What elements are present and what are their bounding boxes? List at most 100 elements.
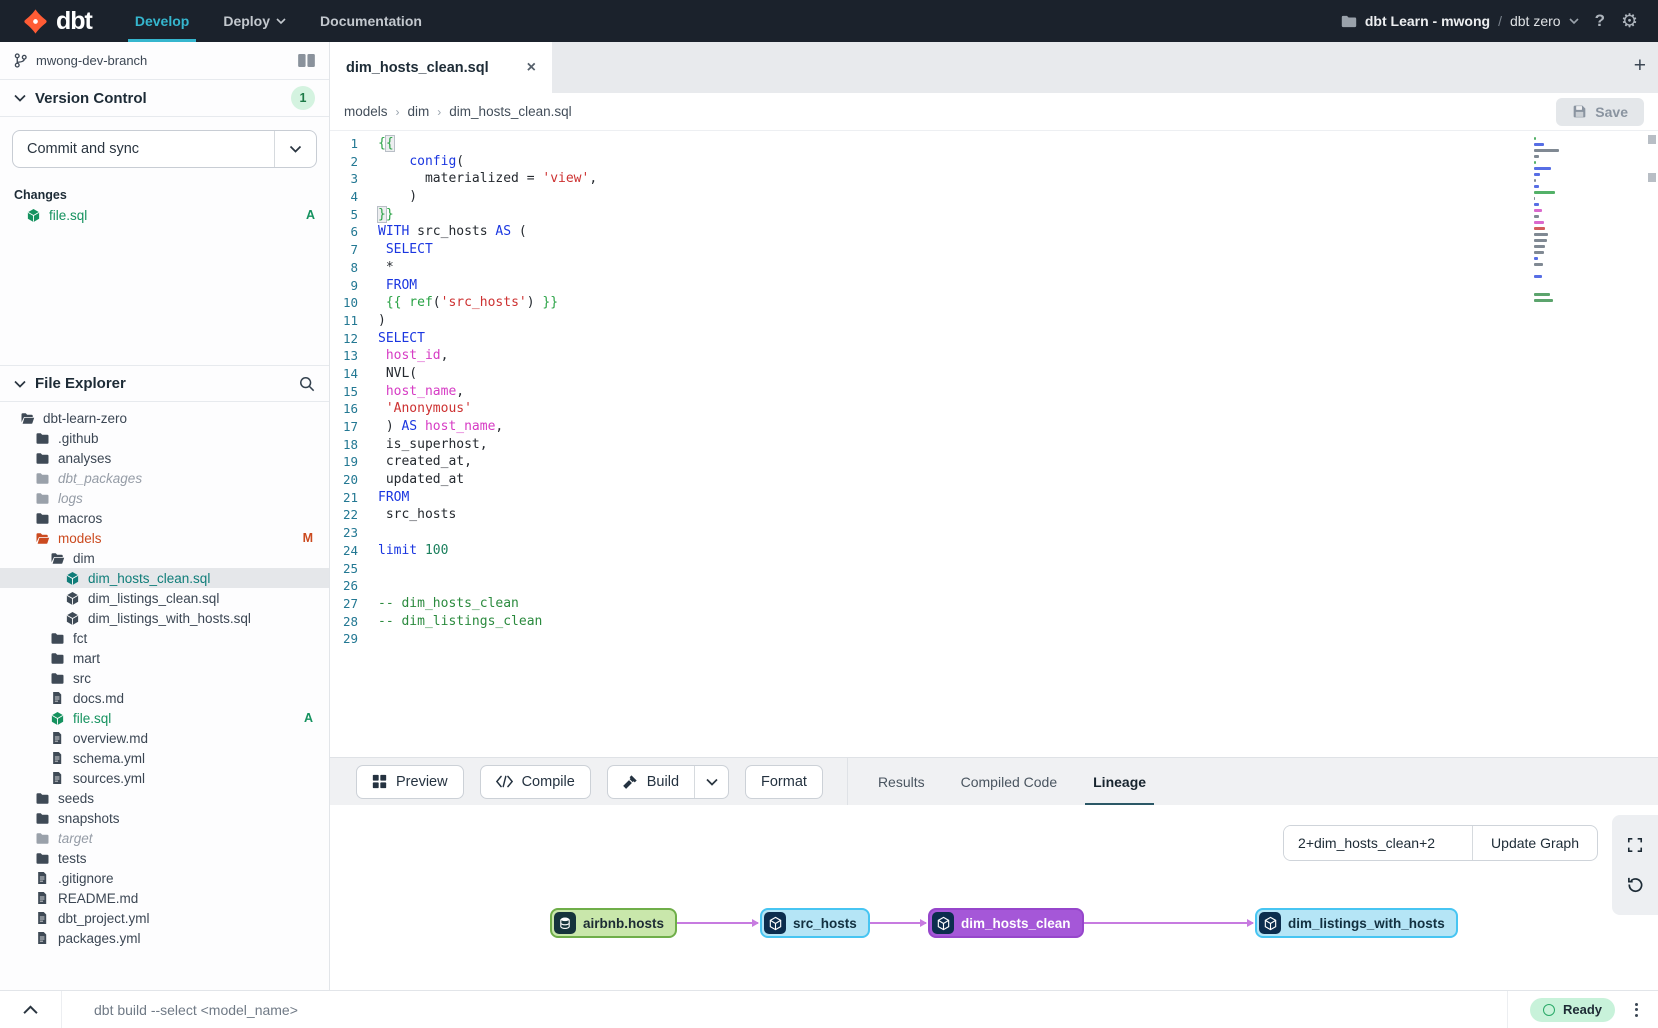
tree-item[interactable]: dim [0, 548, 329, 568]
tree-item[interactable]: src [0, 668, 329, 688]
tree-item[interactable]: dbt_packages [0, 468, 329, 488]
code-line[interactable]: 17 ) AS host_name, [330, 418, 1658, 436]
tree-item[interactable]: README.md [0, 888, 329, 908]
tree-item[interactable]: macros [0, 508, 329, 528]
command-input[interactable]: dbt build --select <model_name> [62, 1002, 1507, 1018]
update-graph-button[interactable]: Update Graph [1472, 826, 1597, 860]
code-line[interactable]: 1{{ [330, 135, 1658, 153]
code-line[interactable]: 7 SELECT [330, 241, 1658, 259]
kebab-menu-icon[interactable] [1631, 999, 1642, 1021]
tree-item[interactable]: mart [0, 648, 329, 668]
project-switcher[interactable]: dbt Learn - mwong / dbt zero [1341, 13, 1579, 29]
dbt-logo[interactable]: dbt [0, 0, 118, 42]
tree-item[interactable]: dim_listings_clean.sql [0, 588, 329, 608]
search-icon[interactable] [299, 376, 315, 392]
code-line[interactable]: 29 [330, 630, 1658, 648]
tree-item[interactable]: dim_hosts_clean.sql [0, 568, 329, 588]
code-line[interactable]: 5}} [330, 206, 1658, 224]
commit-and-sync-button[interactable]: Commit and sync [12, 130, 317, 168]
tree-item[interactable]: docs.md [0, 688, 329, 708]
editor-tab[interactable]: dim_hosts_clean.sql × [330, 42, 552, 93]
breadcrumb-dim[interactable]: dim [408, 104, 430, 119]
code-line[interactable]: 3 materialized = 'view', [330, 170, 1658, 188]
gear-icon[interactable]: ⚙ [1621, 10, 1638, 33]
code-line[interactable]: 20 updated_at [330, 471, 1658, 489]
code-line[interactable]: 19 created_at, [330, 453, 1658, 471]
file-explorer-header[interactable]: File Explorer [0, 365, 329, 402]
code-line[interactable]: 14 NVL( [330, 365, 1658, 383]
code-line[interactable]: 2 config( [330, 153, 1658, 171]
code-line[interactable]: 18 is_superhost, [330, 436, 1658, 454]
cube-icon [65, 611, 80, 626]
tree-item[interactable]: modelsM [0, 528, 329, 548]
code-line[interactable]: 24limit 100 [330, 542, 1658, 560]
code-line[interactable]: 21FROM [330, 489, 1658, 507]
lineage-canvas[interactable]: Update Graph [330, 805, 1658, 990]
tree-item[interactable]: .github [0, 428, 329, 448]
code-editor[interactable]: 1{{2 config(3 materialized = 'view',4 )5… [330, 131, 1658, 757]
build-button[interactable]: Build [608, 766, 694, 798]
code-line[interactable]: 9 FROM [330, 277, 1658, 295]
close-icon[interactable]: × [527, 59, 536, 77]
lineage-node[interactable]: dim_hosts_clean [928, 908, 1084, 938]
breadcrumb-models[interactable]: models [344, 104, 388, 119]
lineage-selector-input[interactable] [1284, 826, 1472, 860]
tree-item[interactable]: seeds [0, 788, 329, 808]
code-line[interactable]: 25 [330, 560, 1658, 578]
commit-options-button[interactable] [274, 131, 316, 167]
nav-develop[interactable]: Develop [118, 0, 206, 42]
tree-item[interactable]: dim_listings_with_hosts.sql [0, 608, 329, 628]
tree-item[interactable]: snapshots [0, 808, 329, 828]
tab-lineage[interactable]: Lineage [1075, 758, 1164, 806]
reset-view-icon[interactable] [1627, 876, 1644, 893]
build-options-button[interactable] [694, 766, 728, 798]
fullscreen-icon[interactable] [1627, 837, 1643, 853]
tree-item[interactable]: schema.yml [0, 748, 329, 768]
preview-button[interactable]: Preview [356, 765, 464, 799]
branch-row[interactable]: mwong-dev-branch [0, 42, 329, 80]
lineage-node[interactable]: dim_listings_with_hosts [1255, 908, 1458, 938]
save-button[interactable]: Save [1556, 98, 1644, 126]
lineage-node[interactable]: src_hosts [760, 908, 870, 938]
tree-item[interactable]: sources.yml [0, 768, 329, 788]
version-control-header[interactable]: Version Control 1 [0, 80, 329, 117]
code-line[interactable]: 8 * [330, 259, 1658, 277]
new-tab-button[interactable]: + [1634, 54, 1646, 78]
code-line[interactable]: 22 src_hosts [330, 506, 1658, 524]
code-line[interactable]: 28-- dim_listings_clean [330, 613, 1658, 631]
lineage-node[interactable]: airbnb.hosts [550, 908, 677, 938]
tree-item[interactable]: fct [0, 628, 329, 648]
code-line[interactable]: 4 ) [330, 188, 1658, 206]
breadcrumb-file[interactable]: dim_hosts_clean.sql [449, 104, 571, 119]
nav-documentation[interactable]: Documentation [303, 0, 439, 42]
compile-button[interactable]: Compile [480, 765, 591, 799]
changed-file[interactable]: file.sqlA [0, 204, 329, 226]
tree-item[interactable]: tests [0, 848, 329, 868]
tree-item[interactable]: overview.md [0, 728, 329, 748]
code-line[interactable]: 13 host_id, [330, 347, 1658, 365]
code-line[interactable]: 26 [330, 577, 1658, 595]
code-line[interactable]: 12SELECT [330, 330, 1658, 348]
tab-compiled-code[interactable]: Compiled Code [943, 758, 1076, 806]
code-line[interactable]: 6WITH src_hosts AS ( [330, 223, 1658, 241]
tree-item[interactable]: logs [0, 488, 329, 508]
tree-item[interactable]: dbt_project.yml [0, 908, 329, 928]
format-button[interactable]: Format [745, 765, 823, 799]
code-line[interactable]: 11) [330, 312, 1658, 330]
tab-results[interactable]: Results [860, 758, 943, 806]
code-line[interactable]: 16 'Anonymous' [330, 400, 1658, 418]
chevron-up-icon[interactable] [0, 991, 62, 1028]
code-line[interactable]: 10 {{ ref('src_hosts') }} [330, 294, 1658, 312]
tree-item[interactable]: dbt-learn-zero [0, 408, 329, 428]
tree-item[interactable]: file.sqlA [0, 708, 329, 728]
nav-deploy[interactable]: Deploy [206, 0, 303, 42]
help-icon[interactable]: ? [1593, 11, 1607, 31]
tree-item[interactable]: packages.yml [0, 928, 329, 948]
tree-item[interactable]: .gitignore [0, 868, 329, 888]
code-line[interactable]: 15 host_name, [330, 383, 1658, 401]
tree-item[interactable]: analyses [0, 448, 329, 468]
code-line[interactable]: 23 [330, 524, 1658, 542]
code-line[interactable]: 27-- dim_hosts_clean [330, 595, 1658, 613]
split-view-icon[interactable] [298, 54, 315, 67]
tree-item[interactable]: target [0, 828, 329, 848]
